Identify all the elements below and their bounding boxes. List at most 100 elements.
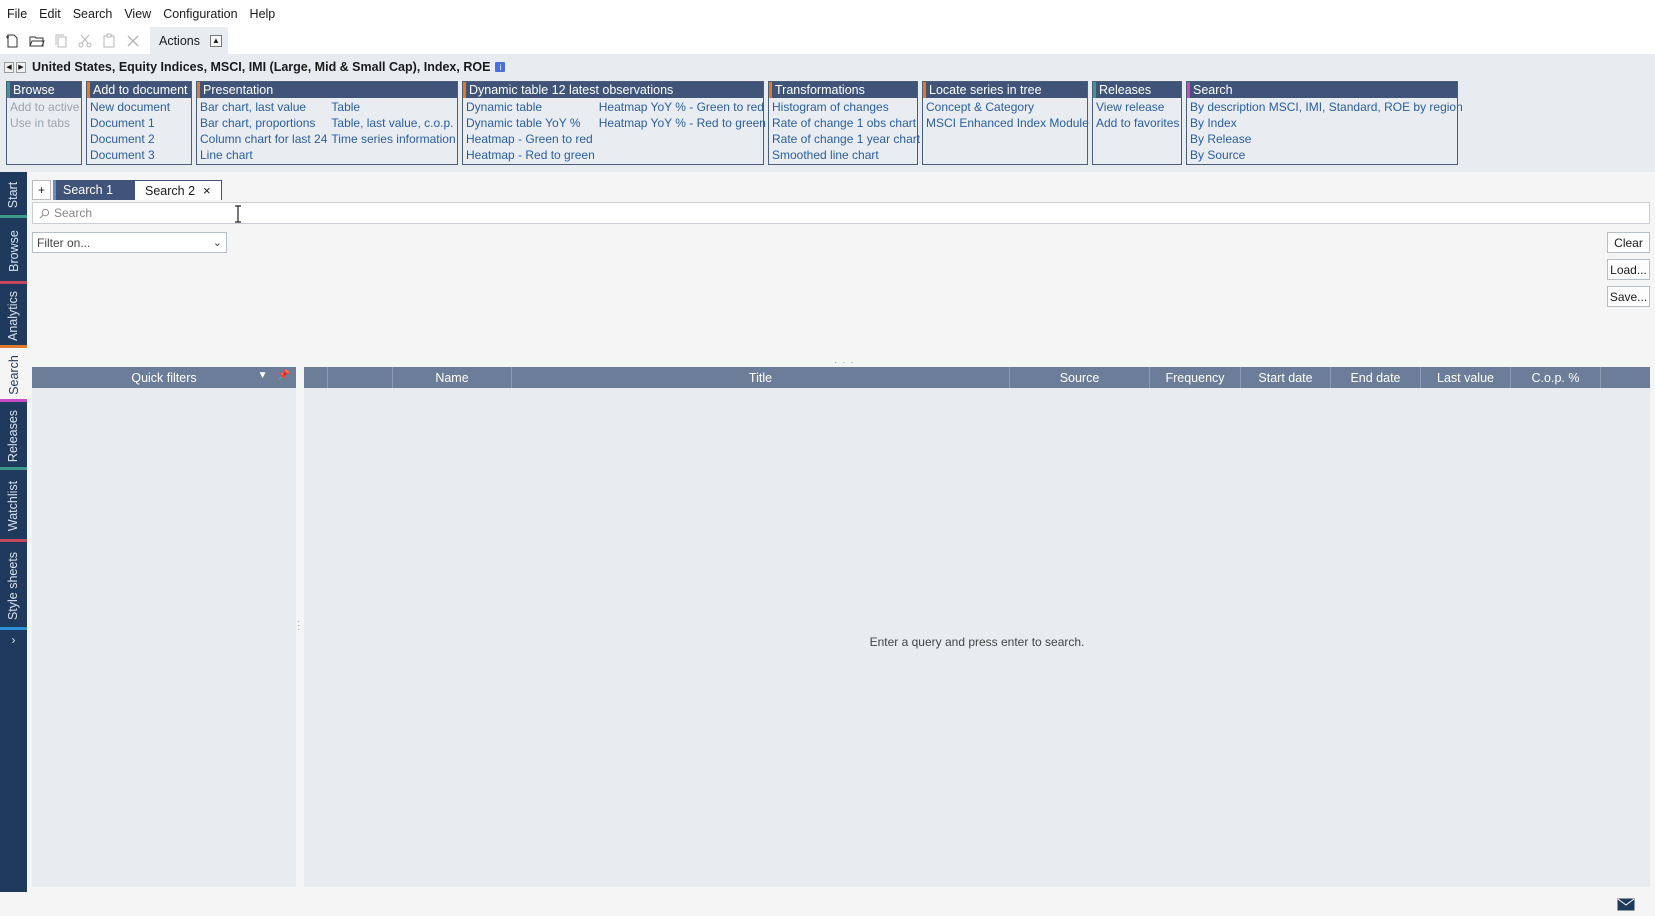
- menu-search[interactable]: Search: [70, 7, 122, 21]
- search-field[interactable]: [32, 202, 1650, 224]
- document-2-link[interactable]: Document 2: [90, 131, 170, 147]
- search-by-index-link[interactable]: By Index: [1190, 115, 1463, 131]
- add-to-favorites-link[interactable]: Add to favorites: [1096, 115, 1179, 131]
- search-input[interactable]: [54, 206, 1554, 220]
- cut-icon[interactable]: [74, 30, 96, 52]
- add-tab-button[interactable]: +: [32, 180, 51, 200]
- column-header-extra[interactable]: [1601, 367, 1650, 388]
- vertical-nav: Start Browse Analytics Search Releases W…: [0, 172, 27, 892]
- actions-button[interactable]: Actions ▲: [150, 27, 228, 54]
- column-header-source[interactable]: Source: [1010, 367, 1150, 388]
- nav-tab-releases-label: Releases: [6, 409, 21, 463]
- column-header-start-date[interactable]: Start date: [1241, 367, 1331, 388]
- view-release-link[interactable]: View release: [1096, 99, 1179, 115]
- smoothed-line-chart-link[interactable]: Smoothed line chart: [772, 147, 920, 163]
- delete-icon[interactable]: [122, 30, 144, 52]
- dynamic-table-link[interactable]: Dynamic table: [466, 99, 595, 115]
- filter-dropdown[interactable]: Filter on... ⌄: [32, 232, 227, 253]
- nav-tab-releases[interactable]: Releases: [0, 402, 27, 470]
- column-header-frequency[interactable]: Frequency: [1150, 367, 1241, 388]
- column-header-icon[interactable]: [328, 367, 393, 388]
- concept-category-link[interactable]: Concept & Category: [926, 99, 1089, 115]
- heatmap-yoy-green-red-link[interactable]: Heatmap YoY % - Green to red: [599, 99, 766, 115]
- heatmap-red-green-link[interactable]: Heatmap - Red to green: [466, 147, 595, 163]
- bar-chart-last-value-link[interactable]: Bar chart, last value: [200, 99, 327, 115]
- close-icon[interactable]: ×: [203, 183, 211, 198]
- expand-chevron-icon[interactable]: ›: [0, 630, 27, 650]
- tab-search-1[interactable]: Search 1: [53, 180, 134, 200]
- group-dynamic-table: Dynamic table 12 latest observations Dyn…: [462, 81, 766, 165]
- heatmap-green-red-link[interactable]: Heatmap - Green to red: [466, 131, 595, 147]
- menu-help[interactable]: Help: [247, 7, 285, 21]
- menu-file[interactable]: File: [4, 7, 36, 21]
- msci-enhanced-index-module-link[interactable]: MSCI Enhanced Index Module: [926, 115, 1089, 131]
- column-header-select[interactable]: [304, 367, 328, 388]
- nav-tab-analytics[interactable]: Analytics: [0, 284, 27, 348]
- info-icon[interactable]: i: [495, 62, 506, 72]
- heatmap-yoy-red-green-link[interactable]: Heatmap YoY % - Red to green: [599, 115, 766, 131]
- histogram-of-changes-link[interactable]: Histogram of changes: [772, 99, 920, 115]
- copy-icon[interactable]: [50, 30, 72, 52]
- column-header-name[interactable]: Name: [393, 367, 512, 388]
- group-browse-title: Browse: [7, 82, 81, 98]
- quick-filters-title: Quick filters: [131, 370, 197, 385]
- back-arrow-icon[interactable]: ◀: [4, 61, 14, 73]
- collapse-caret-icon[interactable]: ▲: [210, 34, 222, 47]
- document-1-link[interactable]: Document 1: [90, 115, 170, 131]
- mail-icon[interactable]: [1617, 898, 1635, 911]
- nav-tab-watchlist[interactable]: Watchlist: [0, 470, 27, 542]
- group-dynamic-table-title: Dynamic table 12 latest observations: [463, 82, 763, 98]
- search-by-description-link[interactable]: By description MSCI, IMI, Standard, ROE …: [1190, 99, 1463, 115]
- status-bar: [0, 892, 1655, 916]
- dropdown-arrow-icon[interactable]: ▼: [258, 370, 268, 381]
- column-header-title[interactable]: Title: [512, 367, 1010, 388]
- forward-arrow-icon[interactable]: ▶: [16, 61, 26, 73]
- time-series-information-link[interactable]: Time series information: [331, 131, 455, 147]
- text-cursor-icon: [235, 205, 241, 223]
- tab-search-1-label: Search 1: [63, 183, 114, 197]
- column-header-cop[interactable]: C.o.p. %: [1511, 367, 1601, 388]
- column-header-last-value[interactable]: Last value: [1421, 367, 1511, 388]
- menu-edit[interactable]: Edit: [36, 7, 70, 21]
- results-table-header: Name Title Source Frequency Start date E…: [304, 367, 1650, 388]
- search-by-source-link[interactable]: By Source: [1190, 147, 1463, 163]
- table-last-value-cop-link[interactable]: Table, last value, c.o.p.: [331, 115, 455, 131]
- nav-tab-browse-label: Browse: [6, 230, 21, 272]
- nav-tab-browse[interactable]: Browse: [0, 218, 27, 284]
- group-browse: Browse Add to active Use in tabs: [6, 81, 82, 165]
- load-button[interactable]: Load...: [1607, 259, 1650, 280]
- nav-tab-style-sheets[interactable]: Style sheets: [0, 542, 27, 630]
- new-document-icon[interactable]: [2, 30, 24, 52]
- group-presentation-title: Presentation: [197, 82, 457, 98]
- rate-of-change-1-obs-link[interactable]: Rate of change 1 obs chart: [772, 115, 920, 131]
- use-in-tabs-link[interactable]: Use in tabs: [10, 115, 79, 131]
- dynamic-table-yoy-link[interactable]: Dynamic table YoY %: [466, 115, 595, 131]
- group-transformations-title: Transformations: [769, 82, 917, 98]
- column-header-end-date[interactable]: End date: [1331, 367, 1421, 388]
- group-transformations: Transformations Histogram of changes Rat…: [768, 81, 920, 165]
- rate-of-change-1-year-link[interactable]: Rate of change 1 year chart: [772, 131, 920, 147]
- search-by-release-link[interactable]: By Release: [1190, 131, 1463, 147]
- vertical-splitter[interactable]: · · ·: [297, 617, 300, 635]
- clear-button[interactable]: Clear: [1607, 232, 1650, 253]
- open-folder-icon[interactable]: [26, 30, 48, 52]
- chevron-down-icon: ⌄: [212, 237, 222, 249]
- document-3-link[interactable]: Document 3: [90, 147, 170, 163]
- save-button[interactable]: Save...: [1607, 286, 1650, 307]
- menu-configuration[interactable]: Configuration: [160, 7, 246, 21]
- paste-icon[interactable]: [98, 30, 120, 52]
- nav-tab-search[interactable]: Search: [0, 348, 27, 402]
- line-chart-link[interactable]: Line chart: [200, 147, 327, 163]
- menu-view[interactable]: View: [121, 7, 160, 21]
- table-link[interactable]: Table: [331, 99, 455, 115]
- tab-search-2-label: Search 2: [145, 183, 196, 198]
- tab-search-2[interactable]: Search 2 ×: [134, 180, 222, 200]
- column-chart-last-24-link[interactable]: Column chart for last 24: [200, 131, 327, 147]
- nav-tab-start[interactable]: Start: [0, 172, 27, 218]
- bar-chart-proportions-link[interactable]: Bar chart, proportions: [200, 115, 327, 131]
- add-to-active-link[interactable]: Add to active: [10, 99, 79, 115]
- new-document-link[interactable]: New document: [90, 99, 170, 115]
- nav-tab-watchlist-label: Watchlist: [6, 480, 21, 532]
- group-releases: Releases View release Add to favorites: [1092, 81, 1182, 165]
- pin-icon[interactable]: 📌: [278, 370, 290, 381]
